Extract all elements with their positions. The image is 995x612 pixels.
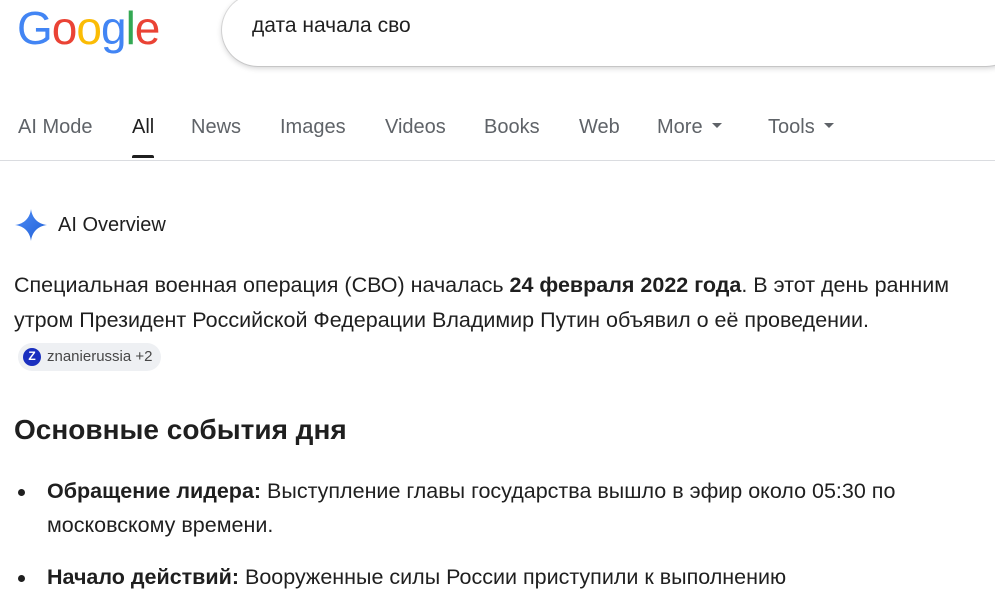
logo-letter: g (100, 2, 127, 54)
source-chip-label: znanierussia +2 (47, 348, 153, 365)
intro-text: Специальная военная операция (СВО) начал… (14, 273, 510, 297)
logo-letter: l (125, 2, 136, 54)
item-title: Обращение лидера: (47, 479, 262, 503)
tab-web[interactable]: Web (579, 116, 620, 158)
tab-label: Tools (768, 116, 815, 138)
tab-label: All (132, 116, 155, 138)
search-tabs: AI Mode All News Images Videos Books Web… (0, 108, 995, 161)
tab-news[interactable]: News (191, 116, 241, 158)
znanie-icon: Z (23, 347, 41, 366)
list-item: Начало действий: Вооруженные силы России… (14, 560, 989, 594)
search-box[interactable]: дата начала сво (222, 0, 995, 66)
tab-images[interactable]: Images (280, 116, 346, 158)
item-title: Начало действий: (47, 565, 239, 589)
sparkle-icon (15, 209, 47, 241)
logo-letter: G (17, 2, 53, 54)
ai-overview-text: Специальная военная операция (СВО) начал… (14, 268, 989, 373)
tab-tools[interactable]: Tools (768, 116, 834, 158)
logo-letter: e (134, 2, 161, 54)
list-item: Обращение лидера: Выступление главы госу… (14, 474, 989, 542)
tab-label: Videos (385, 116, 446, 138)
tab-videos[interactable]: Videos (385, 116, 446, 158)
section-heading: Основные события дня (14, 414, 347, 445)
intro-date: 24 февраля 2022 года (509, 273, 742, 297)
events-list: Обращение лидера: Выступление главы госу… (14, 474, 989, 612)
google-logo[interactable]: Google (17, 2, 161, 54)
logo-letter: o (76, 2, 102, 54)
tab-label: Web (579, 116, 620, 138)
tab-all[interactable]: All (132, 116, 155, 158)
source-chip[interactable]: Z znanierussia +2 (18, 342, 162, 371)
tab-label: News (191, 116, 242, 138)
tab-label: Books (484, 116, 540, 138)
tab-books[interactable]: Books (484, 116, 540, 158)
tab-label: AI Mode (18, 116, 93, 138)
logo-letter: o (51, 2, 78, 54)
ai-overview-label: AI Overview (58, 214, 166, 236)
tab-label: Images (280, 116, 346, 138)
item-text: Вооруженные силы России приступили к вып… (239, 565, 787, 589)
tab-ai-mode[interactable]: AI Mode (18, 116, 92, 158)
caret-down-icon (711, 123, 722, 129)
caret-down-icon (823, 123, 834, 129)
search-input[interactable]: дата начала сво (252, 14, 411, 38)
tab-label: More (657, 116, 703, 138)
tab-more[interactable]: More (657, 116, 722, 158)
